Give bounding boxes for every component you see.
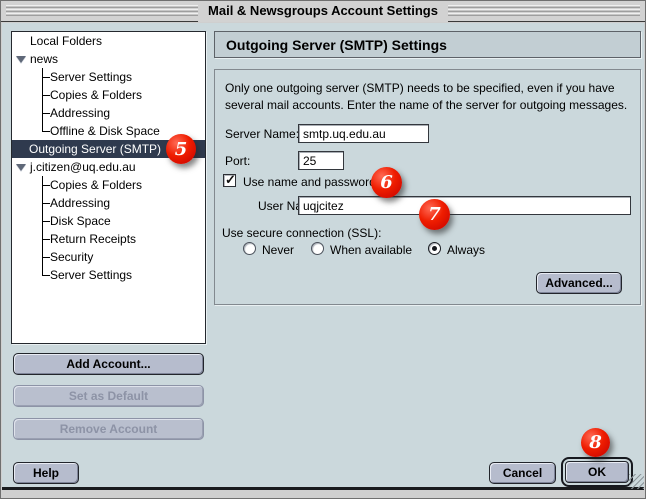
tree-item-acct-addressing[interactable]: Addressing — [12, 194, 205, 212]
step-badge-8: 8 — [581, 428, 610, 457]
set-as-default-button: Set as Default — [13, 385, 204, 407]
ssl-when-available-label: When available — [330, 243, 412, 257]
tree-item-local-folders[interactable]: Local Folders — [12, 32, 205, 50]
twisty-down-icon[interactable] — [16, 56, 26, 63]
panel-description: Only one outgoing server (SMTP) needs to… — [225, 80, 629, 115]
port-label: Port: — [225, 154, 250, 168]
ssl-never-radio[interactable] — [243, 242, 256, 255]
ok-default-ring: OK — [561, 457, 633, 487]
port-input[interactable] — [298, 151, 344, 170]
account-settings-dialog: Mail & Newsgroups Account Settings Local… — [0, 0, 646, 499]
account-tree: Local Folders news Server Settings Copie… — [11, 31, 206, 344]
tree-item-acct-disk-space[interactable]: Disk Space — [12, 212, 205, 230]
use-name-password-checkbox[interactable] — [223, 174, 236, 187]
advanced-button[interactable]: Advanced... — [536, 272, 622, 294]
server-name-input[interactable] — [298, 124, 429, 143]
twisty-down-icon[interactable] — [16, 164, 26, 171]
ssl-never-label: Never — [262, 243, 294, 257]
window-title: Mail & Newsgroups Account Settings — [198, 1, 448, 22]
ssl-label: Use secure connection (SSL): — [222, 226, 381, 240]
tree-item-news[interactable]: news — [12, 50, 205, 68]
dialog-content: Local Folders news Server Settings Copie… — [2, 23, 644, 490]
step-badge-6: 6 — [371, 167, 402, 198]
step-badge-7: 7 — [419, 199, 450, 230]
step-badge-5: 5 — [166, 134, 196, 164]
resize-grip[interactable] — [629, 474, 644, 489]
title-bar[interactable]: Mail & Newsgroups Account Settings — [1, 1, 645, 22]
ok-button[interactable]: OK — [565, 461, 629, 483]
help-button[interactable]: Help — [13, 462, 79, 484]
ssl-always-radio[interactable] — [428, 242, 441, 255]
tree-item-acct-server-settings[interactable]: Server Settings — [12, 266, 205, 284]
tree-item-acct-copies-folders[interactable]: Copies & Folders — [12, 176, 205, 194]
tree-item-news-copies-folders[interactable]: Copies & Folders — [12, 86, 205, 104]
tree-item-news-server-settings[interactable]: Server Settings — [12, 68, 205, 86]
use-name-password-label: Use name and password — [243, 175, 376, 189]
remove-account-button: Remove Account — [13, 418, 204, 440]
tree-item-acct-security[interactable]: Security — [12, 248, 205, 266]
server-name-label: Server Name: — [225, 127, 299, 141]
cancel-button[interactable]: Cancel — [489, 462, 556, 484]
ssl-when-available-radio[interactable] — [311, 242, 324, 255]
tree-item-acct-return-receipts[interactable]: Return Receipts — [12, 230, 205, 248]
ssl-always-label: Always — [447, 243, 485, 257]
add-account-button[interactable]: Add Account... — [13, 353, 204, 375]
user-name-input[interactable] — [298, 196, 631, 215]
panel-title: Outgoing Server (SMTP) Settings — [214, 31, 641, 58]
tree-item-news-addressing[interactable]: Addressing — [12, 104, 205, 122]
